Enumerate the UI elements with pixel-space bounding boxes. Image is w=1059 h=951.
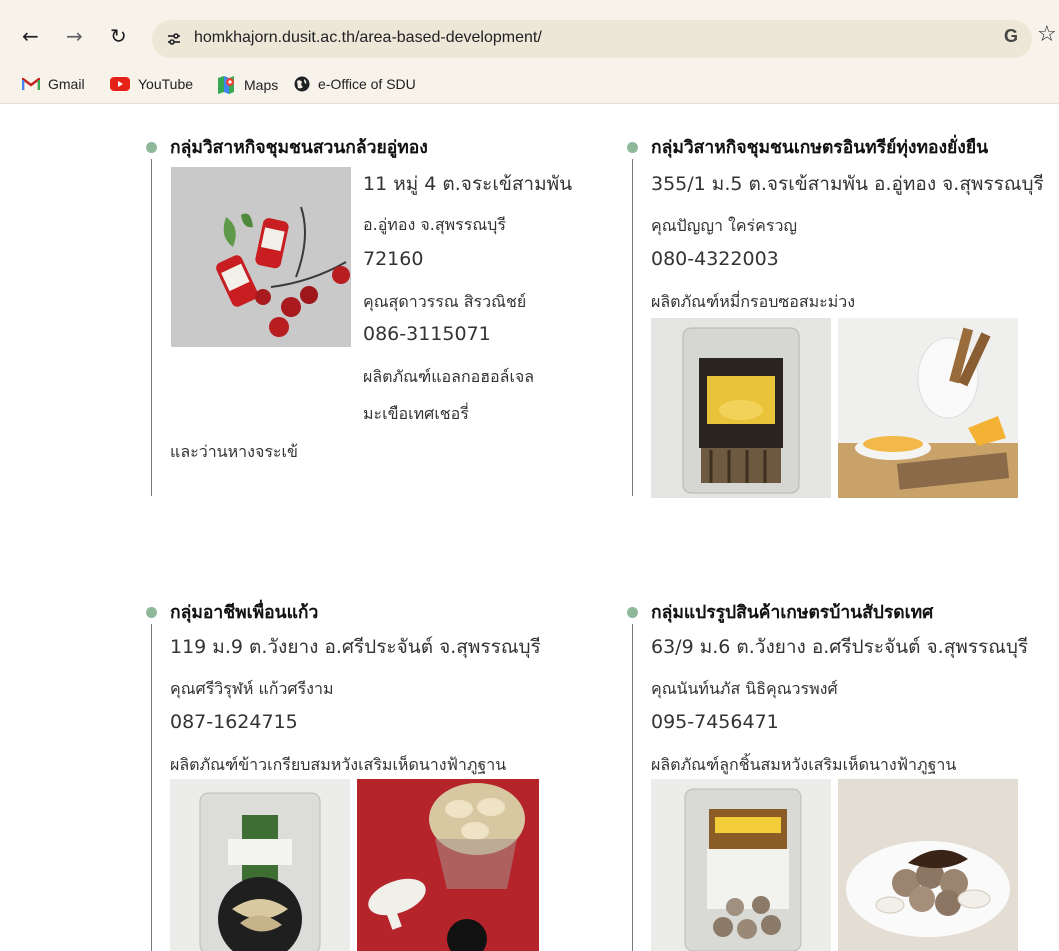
card-divider bbox=[151, 159, 152, 496]
product-description: ผลิตภัณฑ์ข้าวเกรียบสมหวังเสริมเห็ดนางฟ้า… bbox=[170, 755, 507, 774]
bullet-dot bbox=[627, 607, 638, 618]
bookmark-e-office[interactable]: e-Office of SDU bbox=[294, 76, 416, 92]
back-arrow-icon[interactable]: ← bbox=[22, 26, 39, 46]
google-lens-icon[interactable]: G bbox=[1004, 26, 1018, 47]
bookmark-label: Maps bbox=[244, 77, 279, 93]
maps-icon bbox=[218, 76, 234, 94]
bullet-dot bbox=[146, 142, 157, 153]
product-gel-photo bbox=[171, 167, 351, 347]
bookmark-star-icon[interactable]: ☆ bbox=[1037, 22, 1057, 47]
globe-icon bbox=[294, 76, 310, 92]
reload-icon[interactable]: ↻ bbox=[110, 26, 127, 46]
product-description: มะเขือเทศเชอรี่ bbox=[363, 404, 469, 423]
youtube-icon bbox=[110, 77, 130, 91]
card-divider bbox=[151, 624, 152, 951]
bookmark-label: Gmail bbox=[48, 76, 85, 92]
bookmark-label: YouTube bbox=[138, 76, 194, 92]
product-package-photo bbox=[170, 779, 350, 951]
group-title: กลุ่มอาชีพเพื่อนแก้ว bbox=[170, 603, 319, 623]
product-description: ผลิตภัณฑ์แอลกอฮอล์เจล bbox=[363, 367, 535, 386]
address-line: อ.อู่ทอง จ.สุพรรณบุรี bbox=[363, 215, 506, 234]
card-divider bbox=[632, 624, 633, 951]
group-title: กลุ่มวิสาหกิจชุมชนสวนกล้วยอู่ทอง bbox=[170, 138, 428, 158]
product-package-photo bbox=[651, 779, 831, 951]
forward-arrow-icon[interactable]: → bbox=[66, 26, 83, 46]
group-title: กลุ่มวิสาหกิจชุมชนเกษตรอินทรีย์ทุ่งทองยั… bbox=[651, 138, 989, 158]
address-line: 63/9 ม.6 ต.วังยาง อ.ศรีประจันต์ จ.สุพรรณ… bbox=[651, 636, 1029, 658]
bookmark-youtube[interactable]: YouTube bbox=[110, 76, 193, 92]
address-line: 355/1 ม.5 ต.จรเข้สามพัน อ.อู่ทอง จ.สุพรร… bbox=[651, 173, 1044, 195]
url-text[interactable]: homkhajorn.dusit.ac.th/area-based-develo… bbox=[194, 29, 542, 47]
contact-name: คุณศรีวิรุฬห์ แก้วศรีงาม bbox=[170, 679, 334, 698]
phone-number: 086-3115071 bbox=[363, 323, 491, 345]
browser-toolbar: ← → ↻ homkhajorn.dusit.ac.th/area-based-… bbox=[0, 0, 1059, 68]
product-crackers-photo bbox=[357, 779, 539, 951]
phone-number: 087-1624715 bbox=[170, 711, 298, 733]
gmail-icon bbox=[22, 77, 40, 90]
address-bar[interactable]: homkhajorn.dusit.ac.th/area-based-develo… bbox=[152, 20, 1032, 58]
bookmark-maps[interactable]: Maps bbox=[216, 76, 278, 94]
phone-number: 080-4322003 bbox=[651, 248, 779, 270]
phone-number: 095-7456471 bbox=[651, 711, 779, 733]
postal-code: 72160 bbox=[363, 248, 424, 270]
product-package-photo bbox=[651, 318, 831, 498]
contact-name: คุณนันท์นภัส นิธิคุณวรพงศ์ bbox=[651, 679, 838, 698]
product-description: และว่านหางจระเข้ bbox=[170, 442, 298, 461]
product-description: ผลิตภัณฑ์หมี่กรอบซอสมะม่วง bbox=[651, 292, 856, 311]
address-line: 119 ม.9 ต.วังยาง อ.ศรีประจันต์ จ.สุพรรณบ… bbox=[170, 636, 541, 658]
bullet-dot bbox=[627, 142, 638, 153]
card-divider bbox=[632, 159, 633, 496]
product-description: ผลิตภัณฑ์ลูกชิ้นสมหวังเสริมเห็ดนางฟ้าภูฐ… bbox=[651, 755, 957, 774]
bookmark-gmail[interactable]: Gmail bbox=[22, 76, 85, 92]
bookmarks-bar: Gmail YouTube Maps e-Office of SDU bbox=[0, 68, 1059, 104]
address-line: 11 หมู่ 4 ต.จระเข้สามพัน bbox=[363, 173, 573, 195]
contact-name: คุณปัญญา ใคร่ครวญ bbox=[651, 216, 798, 235]
product-dish-photo bbox=[838, 318, 1018, 498]
group-title: กลุ่มแปรรูปสินค้าเกษตรบ้านสัปรดเทศ bbox=[651, 603, 934, 623]
product-meatball-photo bbox=[838, 779, 1018, 951]
bookmark-label: e-Office of SDU bbox=[318, 76, 416, 92]
site-info-icon[interactable] bbox=[166, 31, 182, 47]
bullet-dot bbox=[146, 607, 157, 618]
contact-name: คุณสุดาวรรณ สิรวณิชย์ bbox=[363, 292, 527, 311]
